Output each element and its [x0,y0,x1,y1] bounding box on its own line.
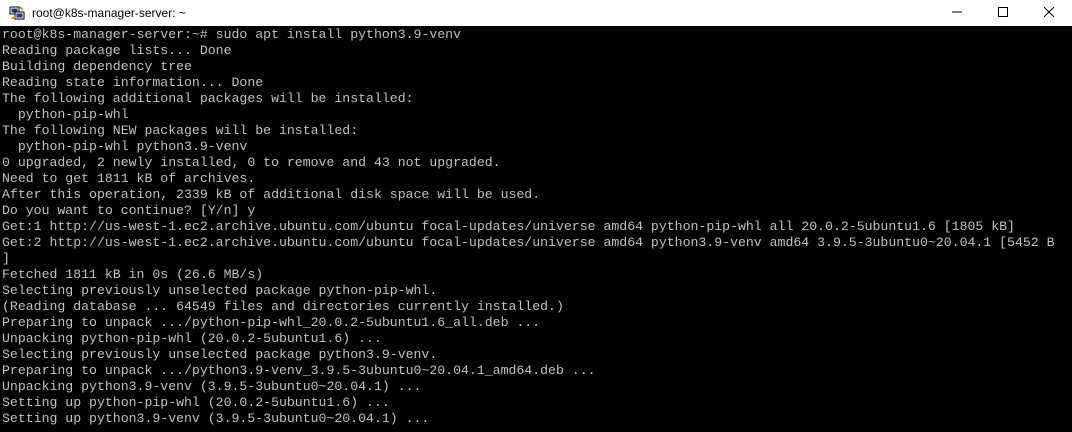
terminal-line: Unpacking python-pip-whl (20.0.2-5ubuntu… [2,331,382,346]
terminal-line: Selecting previously unselected package … [2,283,438,298]
terminal-window: root@k8s-manager-server: ~ root@k8s-mana… [0,0,1072,432]
terminal-line: Selecting previously unselected package … [2,347,438,362]
terminal-line: Reading package lists... Done [2,43,232,58]
terminal-text: root@k8s-manager-server:~# sudo apt inst… [0,26,1072,427]
close-button[interactable] [1026,0,1072,26]
terminal-line: (Reading database ... 64549 files and di… [2,299,564,314]
terminal-line: The following additional packages will b… [2,91,414,106]
minimize-icon [952,4,962,22]
terminal-line: Setting up python3.9-venv (3.9.5-3ubuntu… [2,411,430,426]
putty-icon[interactable] [8,4,26,22]
terminal-line: Reading state information... Done [2,75,264,90]
terminal-line: python-pip-whl [2,107,129,122]
maximize-button[interactable] [980,0,1026,26]
title-bar[interactable]: root@k8s-manager-server: ~ [0,0,1072,26]
terminal-line: ] [2,251,10,266]
terminal-line: Fetched 1811 kB in 0s (26.6 MB/s) [2,267,264,282]
terminal-line: Do you want to continue? [Y/n] y [2,203,256,218]
terminal-line: Need to get 1811 kB of archives. [2,171,256,186]
terminal-line: Setting up python-pip-whl (20.0.2-5ubunt… [2,395,390,410]
window-controls [934,0,1072,26]
terminal-line: Preparing to unpack .../python3.9-venv_3… [2,363,596,378]
terminal-line: Building dependency tree [2,59,192,74]
terminal-line: Unpacking python3.9-venv (3.9.5-3ubuntu0… [2,379,422,394]
close-icon [1043,4,1055,22]
terminal-line: Get:1 http://us-west-1.ec2.archive.ubunt… [2,219,1015,234]
terminal-line: The following NEW packages will be insta… [2,123,359,138]
terminal-output-area[interactable]: root@k8s-manager-server:~# sudo apt inst… [0,26,1072,432]
window-title: root@k8s-manager-server: ~ [32,6,186,20]
terminal-line: Preparing to unpack .../python-pip-whl_2… [2,315,541,330]
terminal-line: 0 upgraded, 2 newly installed, 0 to remo… [2,155,501,170]
minimize-button[interactable] [934,0,980,26]
terminal-line: python-pip-whl python3.9-venv [2,139,248,154]
terminal-line: root@k8s-manager-server:~# sudo apt inst… [2,27,461,42]
terminal-line: Get:2 http://us-west-1.ec2.archive.ubunt… [2,235,1055,250]
maximize-icon [998,4,1008,22]
terminal-line: After this operation, 2339 kB of additio… [2,187,541,202]
